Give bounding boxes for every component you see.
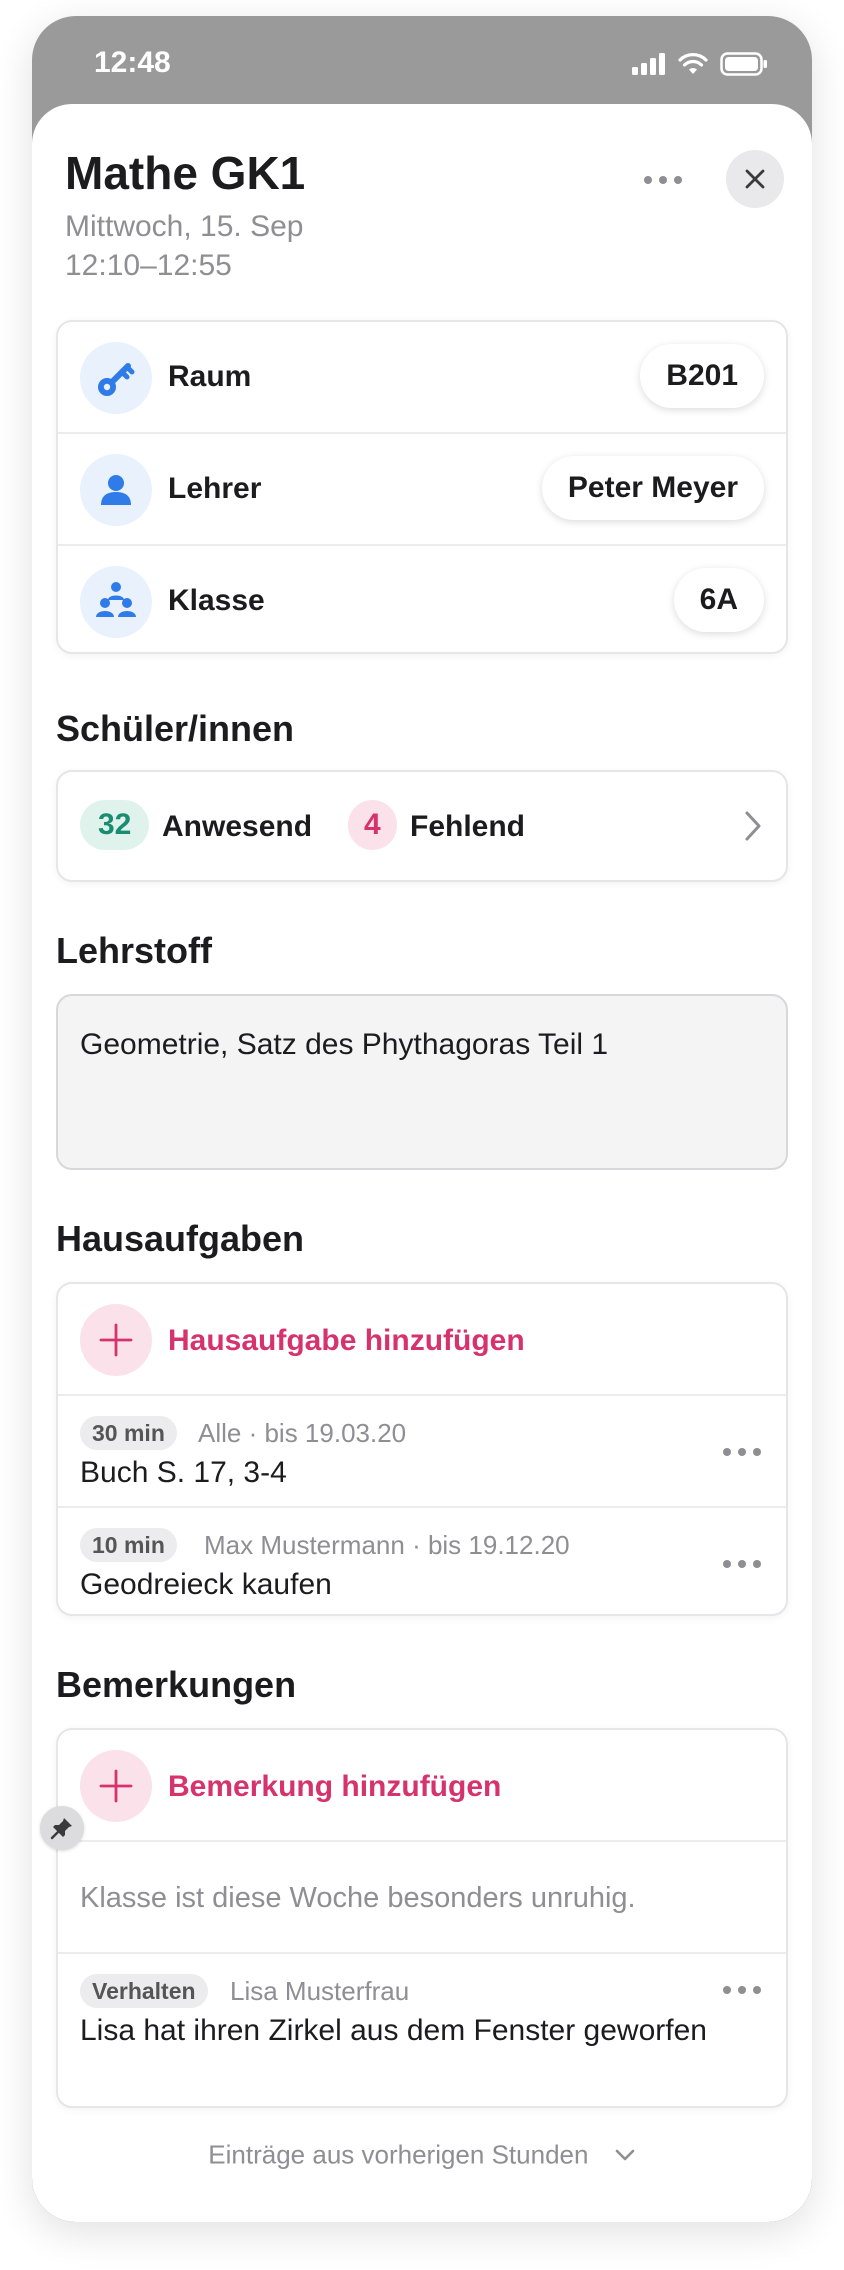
pinned-remark[interactable]: Klasse ist diese Woche besonders unruhig… [58, 1840, 786, 1952]
add-homework-label: Hausaufgabe hinzufügen [168, 1324, 525, 1357]
signal-icon [632, 53, 665, 75]
page-title: Mathe GK1 [65, 147, 306, 199]
lehrstoff-textarea[interactable]: Geometrie, Satz des Phythagoras Teil 1 [56, 994, 788, 1170]
remarks-card: Bemerkung hinzufügen Klasse ist diese Wo… [56, 1728, 788, 2108]
more-horizontal-icon [723, 1560, 761, 1568]
info-row-room[interactable]: Raum B201 [58, 322, 786, 432]
room-value-pill[interactable]: B201 [640, 344, 764, 408]
present-label: Anwesend [162, 810, 313, 843]
students-section-title: Schüler/innen [56, 708, 295, 749]
key-icon [80, 342, 152, 414]
person-icon [80, 454, 152, 526]
more-horizontal-icon [723, 1986, 761, 1994]
more-horizontal-icon [723, 1448, 761, 1456]
plus-icon [80, 1304, 152, 1376]
group-icon [80, 566, 152, 638]
pinned-remark-text: Klasse ist diese Woche besonders unruhig… [80, 1882, 636, 1914]
remark-category-tag: Verhalten [80, 1974, 208, 2008]
lehrstoff-section-title: Lehrstoff [56, 930, 212, 971]
lesson-info-card: Raum B201 Lehrer Peter Meyer Klasse 6A [56, 320, 788, 654]
wifi-icon [678, 53, 708, 74]
duration-tag: 30 min [80, 1416, 177, 1450]
info-label-teacher: Lehrer [168, 472, 262, 505]
present-count-badge: 32 [80, 800, 150, 850]
lesson-sheet: Mathe GK1 Mittwoch, 15. Sep 12:10–12:55 [32, 104, 812, 2222]
battery-icon [720, 52, 767, 76]
remarks-section-title: Bemerkungen [56, 1664, 297, 1705]
duration-tag: 10 min [80, 1528, 177, 1562]
add-remark-button[interactable]: Bemerkung hinzufügen [58, 1730, 786, 1840]
homework-meta: Max Mustermann · bis 19.12.20 [204, 1530, 570, 1560]
previous-entries-toggle[interactable]: Einträge aus vorherigen Stunden [32, 2138, 812, 2171]
add-remark-label: Bemerkung hinzufügen [168, 1770, 502, 1803]
pin-icon [40, 1806, 84, 1850]
status-icons [632, 52, 768, 76]
homework-section-title: Hausaufgaben [56, 1218, 305, 1259]
status-bar: 12:48 [32, 16, 812, 104]
phone-frame: 12:48 Mathe GK1 Mittwoch, 15. Sep 12:10–… [32, 16, 812, 2222]
lehrstoff-text: Geometrie, Satz des Phythagoras Teil 1 [80, 1028, 609, 1061]
homework-text: Geodreieck kaufen [80, 1568, 332, 1601]
teacher-value-pill[interactable]: Peter Meyer [541, 456, 764, 520]
status-time: 12:48 [94, 46, 171, 79]
plus-icon [80, 1750, 152, 1822]
more-horizontal-icon [644, 176, 682, 184]
lesson-date: Mittwoch, 15. Sep [65, 210, 304, 243]
more-options-button[interactable] [638, 162, 688, 198]
homework-card: Hausaufgabe hinzufügen 30 min Alle · bis… [56, 1282, 788, 1616]
close-icon [745, 169, 765, 189]
homework-more-button[interactable] [720, 1554, 764, 1574]
info-row-teacher[interactable]: Lehrer Peter Meyer [58, 432, 786, 544]
add-homework-button[interactable]: Hausaufgabe hinzufügen [58, 1284, 786, 1394]
homework-item[interactable]: 30 min Alle · bis 19.03.20 Buch S. 17, 3… [58, 1394, 786, 1506]
remark-item[interactable]: Verhalten Lisa Musterfrau Lisa hat ihren… [58, 1952, 786, 2106]
class-value-pill[interactable]: 6A [673, 568, 764, 632]
info-label-room: Raum [168, 360, 252, 393]
close-button[interactable] [726, 150, 784, 208]
remark-author: Lisa Musterfrau [230, 1976, 410, 2006]
info-row-class[interactable]: Klasse 6A [58, 544, 786, 652]
homework-meta: Alle · bis 19.03.20 [198, 1418, 407, 1448]
absent-label: Fehlend [410, 810, 526, 843]
remark-text: Lisa hat ihren Zirkel aus dem Fenster ge… [80, 2014, 707, 2047]
chevron-right-icon [745, 811, 761, 841]
chevron-down-icon [615, 2149, 634, 2161]
lesson-time-range: 12:10–12:55 [65, 249, 232, 282]
homework-text: Buch S. 17, 3-4 [80, 1456, 287, 1489]
absent-count-badge: 4 [348, 800, 397, 850]
previous-entries-label: Einträge aus vorherigen Stunden [208, 2139, 589, 2170]
homework-more-button[interactable] [720, 1442, 764, 1462]
homework-item[interactable]: 10 min Max Mustermann · bis 19.12.20 Geo… [58, 1506, 786, 1614]
attendance-card[interactable]: 32 Anwesend 4 Fehlend [56, 770, 788, 882]
info-label-class: Klasse [168, 584, 265, 617]
remark-more-button[interactable] [720, 1980, 764, 2000]
